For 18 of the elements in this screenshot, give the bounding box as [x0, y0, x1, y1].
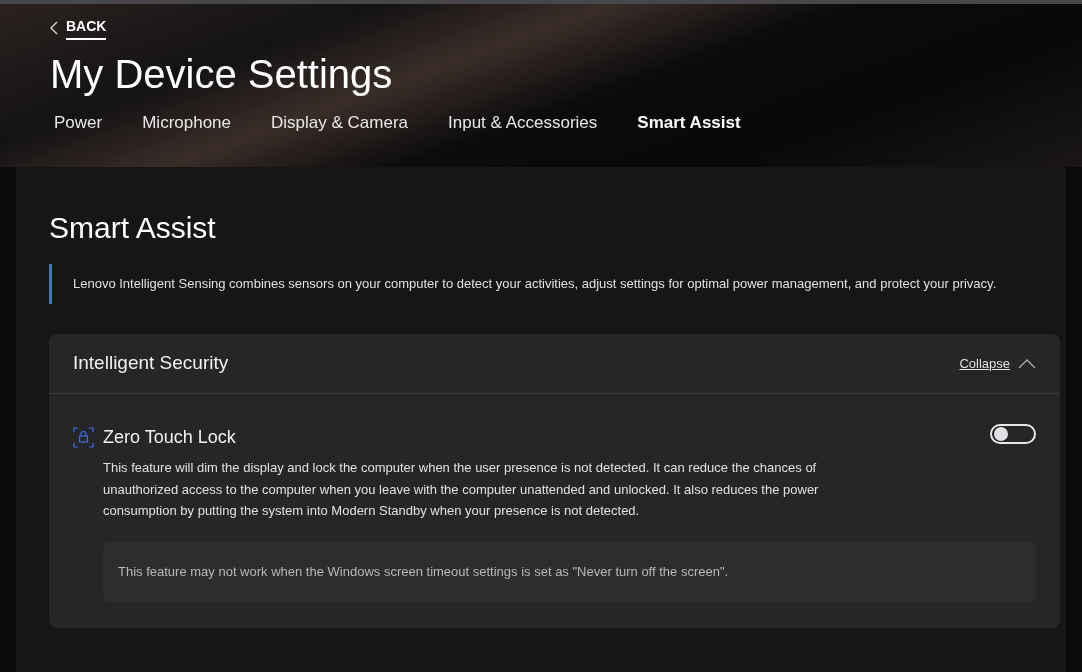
page-title: My Device Settings	[50, 51, 393, 98]
back-link[interactable]: BACK	[50, 16, 107, 40]
nav-tab[interactable]: Microphone	[142, 110, 231, 136]
nav-tab[interactable]: Input & Accessories	[448, 110, 598, 136]
toggle-switch[interactable]	[990, 424, 1036, 444]
feature-title: Zero Touch Lock	[103, 426, 236, 449]
feature-description: This feature will dim the display and lock the computer when the user presence is not detected. It can reduce the chances of unauthorized access to the computer when you leave with the computer unattended and unlocked. It also reduces the power consumption by putting the system into Modern Standby when your presence is not detected.	[103, 459, 820, 520]
section-description: Lenovo Intelligent Sensing combines sensors on your computer to detect your activities, adjust settings for optimal power management, and protect your privacy.	[73, 275, 997, 294]
nav-tab[interactable]: Power	[54, 110, 103, 136]
card-title: Intelligent Security	[73, 351, 229, 376]
collapse-button[interactable]: Collapse	[959, 353, 1036, 374]
chevron-up-icon	[1018, 358, 1036, 369]
section-title: Smart Assist	[49, 210, 216, 246]
feature-note: This feature may not work when the Windows screen timeout settings is set as "Never turn off the screen".	[118, 562, 729, 581]
nav-tab[interactable]: Smart Assist	[637, 110, 741, 136]
nav-tab[interactable]: Display & Camera	[271, 110, 408, 136]
lock-icon	[73, 427, 94, 448]
chevron-left-icon	[50, 21, 58, 35]
